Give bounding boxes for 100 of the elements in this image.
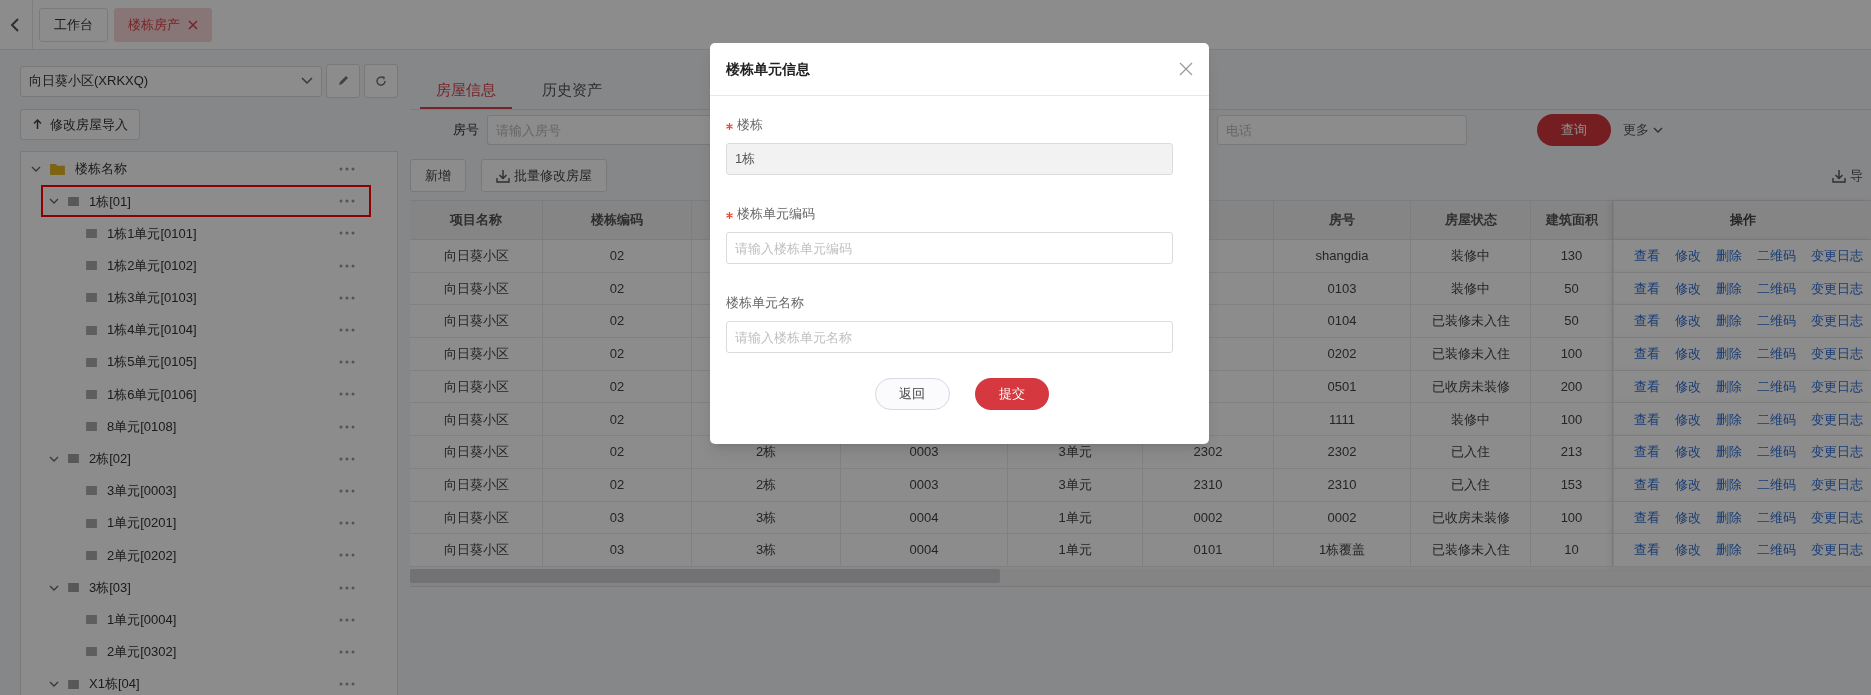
tree-item[interactable]: X1栋[04] xyxy=(89,674,339,694)
back-button[interactable]: 返回 xyxy=(874,378,950,410)
tree-item[interactable]: 2栋[02] xyxy=(89,449,339,469)
tree-row[interactable]: 2单元[0302] xyxy=(59,635,371,668)
toolbar-button[interactable]: 批量修改房屋 xyxy=(481,159,607,192)
action-link[interactable]: 删除 xyxy=(1716,442,1742,462)
more-button[interactable]: 更多 xyxy=(1623,120,1663,140)
action-link[interactable]: 删除 xyxy=(1716,311,1742,331)
back-icon[interactable] xyxy=(10,17,20,32)
action-link[interactable]: 修改 xyxy=(1675,409,1701,430)
action-link[interactable]: 修改 xyxy=(1675,311,1701,331)
tree-item[interactable]: 1栋4单元[0104] xyxy=(107,320,339,340)
action-link[interactable]: 二维码 xyxy=(1757,507,1796,528)
tree-row[interactable]: 2栋[02] xyxy=(41,442,371,475)
tree-item[interactable]: 8单元[0108] xyxy=(107,416,339,437)
content-tab[interactable]: 历史资产 xyxy=(526,73,618,109)
tree-item[interactable]: 1单元[0201] xyxy=(107,513,339,533)
tree-item[interactable]: 1栋[01] xyxy=(89,191,339,212)
action-link[interactable]: 二维码 xyxy=(1757,311,1796,331)
action-link[interactable]: 删除 xyxy=(1716,376,1742,397)
tree-row[interactable]: 8单元[0108] xyxy=(59,410,371,443)
action-link[interactable]: 删除 xyxy=(1716,474,1742,495)
query-button[interactable]: 查询 xyxy=(1537,114,1611,146)
tree-item[interactable]: 1单元[0004] xyxy=(107,609,339,630)
tree-item[interactable]: 3单元[0003] xyxy=(107,481,339,501)
tree-row[interactable]: 1栋3单元[0103] xyxy=(59,281,371,314)
tree-row[interactable]: 1栋5单元[0105] xyxy=(59,346,371,379)
tree-item[interactable]: 2单元[0202] xyxy=(107,545,339,566)
tree-row[interactable]: 3单元[0003] xyxy=(59,474,371,508)
tree-row[interactable]: 1单元[0004] xyxy=(59,603,371,636)
refresh-button[interactable] xyxy=(364,64,398,98)
action-link[interactable]: 二维码 xyxy=(1757,540,1796,560)
action-link[interactable]: 修改 xyxy=(1675,507,1701,528)
input-field[interactable]: 请输入楼栋单元编码 xyxy=(726,232,1173,264)
tree-item[interactable]: 1栋5单元[0105] xyxy=(107,352,339,372)
action-link[interactable]: 修改 xyxy=(1675,442,1701,462)
action-link[interactable]: 变更日志 xyxy=(1811,507,1863,528)
close-icon[interactable] xyxy=(1179,62,1193,76)
tree-item[interactable]: 3栋[03] xyxy=(89,577,339,598)
action-link[interactable]: 变更日志 xyxy=(1811,474,1863,495)
action-link[interactable]: 变更日志 xyxy=(1811,344,1863,364)
tree-item[interactable]: 楼栋名称 xyxy=(75,159,339,179)
tree-row[interactable]: 1单元[0201] xyxy=(59,507,371,540)
action-link[interactable]: 变更日志 xyxy=(1811,540,1863,560)
tree-row[interactable]: 3栋[03] xyxy=(41,571,371,604)
action-link[interactable]: 修改 xyxy=(1675,474,1701,495)
tree-row[interactable]: 1栋4单元[0104] xyxy=(59,313,371,347)
action-link[interactable]: 修改 xyxy=(1675,540,1701,560)
tree-row[interactable]: 1栋2单元[0102] xyxy=(59,249,371,282)
tree-row[interactable]: 楼栋名称 xyxy=(23,153,371,186)
action-link[interactable]: 变更日志 xyxy=(1811,246,1863,266)
action-link[interactable]: 二维码 xyxy=(1757,474,1796,495)
action-link[interactable]: 查看 xyxy=(1634,311,1660,331)
import-button[interactable]: 修改房屋导入 xyxy=(20,109,140,140)
project-select[interactable]: 向日葵小区(XRKXQ) xyxy=(20,65,323,97)
action-link[interactable]: 查看 xyxy=(1634,540,1660,560)
submit-button[interactable]: 提交 xyxy=(974,378,1049,410)
action-link[interactable]: 查看 xyxy=(1634,442,1660,462)
action-link[interactable]: 变更日志 xyxy=(1811,442,1863,462)
action-link[interactable]: 删除 xyxy=(1716,344,1742,364)
action-link[interactable]: 二维码 xyxy=(1757,344,1796,364)
action-link[interactable]: 查看 xyxy=(1634,409,1660,430)
action-link[interactable]: 二维码 xyxy=(1757,278,1796,299)
action-link[interactable]: 二维码 xyxy=(1757,376,1796,397)
action-link[interactable]: 删除 xyxy=(1716,507,1742,528)
tree-item[interactable]: 1栋1单元[0101] xyxy=(107,223,339,244)
action-link[interactable]: 变更日志 xyxy=(1811,409,1863,430)
tree-row[interactable]: 2单元[0202] xyxy=(59,539,371,572)
action-link[interactable]: 删除 xyxy=(1716,246,1742,266)
tree-row[interactable]: 1栋6单元[0106] xyxy=(59,378,371,411)
action-link[interactable]: 查看 xyxy=(1634,246,1660,266)
toolbar-button[interactable]: 新增 xyxy=(410,159,466,192)
action-link[interactable]: 查看 xyxy=(1634,344,1660,364)
action-link[interactable]: 删除 xyxy=(1716,540,1742,560)
action-link[interactable]: 查看 xyxy=(1634,474,1660,495)
tree-item[interactable]: 1栋3单元[0103] xyxy=(107,288,339,308)
action-link[interactable]: 修改 xyxy=(1675,376,1701,397)
action-link[interactable]: 二维码 xyxy=(1757,246,1796,266)
export-button[interactable]: 导 xyxy=(1832,165,1871,186)
action-link[interactable]: 修改 xyxy=(1675,344,1701,364)
action-link[interactable]: 删除 xyxy=(1716,278,1742,299)
action-link[interactable]: 修改 xyxy=(1675,246,1701,266)
input-field[interactable]: 请输入楼栋单元名称 xyxy=(726,321,1173,353)
edit-button[interactable] xyxy=(326,64,361,98)
tree-row[interactable]: 1栋[01] xyxy=(41,185,371,218)
action-link[interactable]: 删除 xyxy=(1716,409,1742,430)
tree-item[interactable]: 1栋2单元[0102] xyxy=(107,255,339,276)
page-tab[interactable]: 工作台 xyxy=(39,7,108,42)
action-link[interactable]: 查看 xyxy=(1634,376,1660,397)
action-link[interactable]: 查看 xyxy=(1634,278,1660,299)
action-link[interactable]: 查看 xyxy=(1634,507,1660,528)
tree-item[interactable]: 2单元[0302] xyxy=(107,642,339,662)
action-link[interactable]: 修改 xyxy=(1675,278,1701,299)
tree-item[interactable]: 1栋6单元[0106] xyxy=(107,384,339,405)
page-tab[interactable]: 楼栋房产 xyxy=(114,7,212,42)
action-link[interactable]: 变更日志 xyxy=(1811,278,1863,299)
action-link[interactable]: 变更日志 xyxy=(1811,311,1863,331)
action-link[interactable]: 二维码 xyxy=(1757,442,1796,462)
action-link[interactable]: 二维码 xyxy=(1757,409,1796,430)
tree-row[interactable]: 1栋1单元[0101] xyxy=(59,217,371,250)
